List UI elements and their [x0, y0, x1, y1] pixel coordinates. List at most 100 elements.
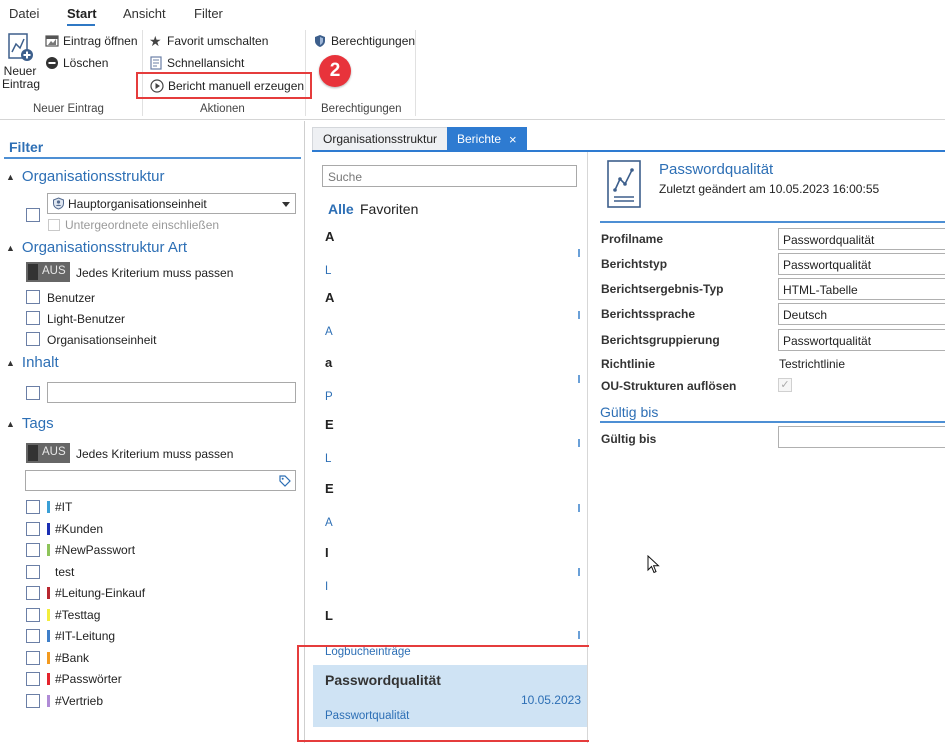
label-light-benutzer: Light-Benutzer [47, 312, 126, 326]
field-value: Passwordqualität [783, 233, 875, 247]
tag-checkbox[interactable] [26, 629, 40, 643]
filter-panel: Filter ▲ Organisationsstruktur Hauptorga… [0, 121, 305, 743]
mouse-cursor-icon [647, 555, 660, 574]
section-org-art-label: Organisationsstruktur Art [21, 239, 187, 256]
tag-checkbox[interactable] [26, 564, 40, 579]
step-badge-2: 2 [319, 55, 351, 87]
report-item-title-fragment[interactable]: E [325, 481, 334, 496]
chevron-down-icon [282, 202, 290, 207]
checkbox-organisationseinheit[interactable] [26, 332, 40, 346]
report-item-title-fragment[interactable]: I [325, 545, 329, 560]
report-item-date-fragment [578, 311, 580, 319]
tag-color-marker [47, 694, 50, 707]
checkbox-light-benutzer[interactable] [26, 311, 40, 325]
report-item-title-fragment[interactable]: a [325, 355, 332, 370]
toggle-knob [28, 264, 38, 280]
report-item-title-fragment[interactable]: A [325, 229, 334, 244]
ou-checkbox-disabled: ✓ [778, 378, 792, 392]
report-item-date-fragment [578, 631, 580, 639]
field-input[interactable]: Passwortqualität [778, 329, 945, 351]
field-input[interactable]: Passwordqualität [778, 228, 945, 250]
field-input[interactable]: HTML-Tabelle [778, 278, 945, 300]
new-entry-icon [8, 33, 33, 61]
org-checkbox[interactable] [26, 208, 40, 222]
tag-color-marker [47, 673, 50, 685]
filter-title: Filter [9, 139, 44, 155]
tag-checkbox[interactable] [26, 543, 40, 557]
field-label: Berichtstyp [601, 257, 668, 271]
tag-color-marker [47, 544, 50, 556]
section-tags[interactable]: ▲ Tags [6, 415, 54, 432]
field-input[interactable]: Deutsch [778, 303, 945, 325]
section-organisationsstruktur[interactable]: ▲ Organisationsstruktur [6, 168, 164, 185]
criteria-label: Jedes Kriterium muss passen [76, 266, 234, 280]
menu-datei[interactable]: Datei [9, 6, 39, 21]
tag-label: #IT [55, 500, 73, 514]
filter-favoriten[interactable]: Favoriten [360, 201, 418, 217]
field-label: Berichtsgruppierung [601, 333, 720, 347]
toggle-state-label: AUS [42, 446, 66, 458]
criteria-toggle[interactable]: AUS [26, 262, 70, 282]
field-label: Profilname [601, 232, 664, 246]
org-unit-dropdown-value: Hauptorganisationseinheit [68, 197, 207, 211]
quick-view-icon [150, 56, 162, 70]
menu-filter[interactable]: Filter [194, 6, 223, 21]
report-item-date-fragment [578, 375, 580, 383]
tag-checkbox[interactable] [26, 500, 40, 514]
tab-berichte[interactable]: Berichte × [447, 127, 527, 151]
tab-organisationsstruktur-label: Organisationsstruktur [323, 132, 438, 146]
menu-ansicht[interactable]: Ansicht [123, 6, 166, 21]
report-item-title-fragment[interactable]: E [325, 417, 334, 432]
tags-search-input[interactable] [25, 470, 296, 491]
report-detail-modified: Zuletzt geändert am 10.05.2023 16:00:55 [659, 182, 880, 196]
tag-checkbox[interactable] [26, 521, 40, 536]
report-item-title-fragment[interactable]: A [325, 290, 334, 305]
tab-organisationsstruktur[interactable]: Organisationsstruktur [312, 127, 449, 151]
quick-view-button[interactable]: Schnellansicht [149, 56, 244, 70]
tag-label: #IT-Leitung [55, 629, 116, 643]
field-input[interactable]: Passwortqualität [778, 253, 945, 275]
open-entry-button[interactable]: Eintrag öffnen [45, 34, 138, 48]
field-label: Berichtssprache [601, 307, 696, 321]
tag-label: test [55, 564, 75, 579]
org-unit-dropdown[interactable]: Hauptorganisationseinheit [47, 193, 296, 214]
include-sub-checkbox[interactable] [48, 219, 60, 231]
inhalt-checkbox[interactable] [26, 386, 40, 400]
field-label: Berichtsergebnis-Typ [601, 282, 724, 296]
tag-checkbox[interactable] [26, 650, 40, 665]
report-item-type-fragment: L [325, 453, 332, 465]
delete-button[interactable]: Löschen [45, 56, 108, 70]
tag-checkbox[interactable] [26, 607, 40, 622]
section-org-art[interactable]: ▲ Organisationsstruktur Art [6, 239, 187, 256]
open-entry-icon [45, 35, 59, 47]
toggle-favorite-label: Favorit umschalten [167, 34, 269, 48]
report-search-placeholder: Suche [328, 170, 363, 184]
report-search-input[interactable]: Suche [322, 165, 577, 187]
collapse-icon: ▲ [6, 242, 15, 253]
menu-start[interactable]: Start [67, 6, 97, 21]
highlight-box-generate-report [136, 72, 312, 99]
section-inhalt-label: Inhalt [21, 354, 59, 371]
field-value: HTML-Tabelle [783, 283, 858, 297]
collapse-icon: ▲ [6, 171, 15, 182]
tags-criteria-toggle[interactable]: AUS [26, 443, 70, 463]
include-sub-label: Untergeordnete einschließen [65, 218, 220, 232]
checkbox-benutzer[interactable] [26, 290, 40, 304]
close-icon[interactable]: × [509, 132, 517, 147]
report-detail-title: Passwordqualität [659, 161, 774, 178]
tag-label: #NewPasswort [55, 543, 136, 557]
inhalt-input[interactable] [47, 382, 296, 403]
collapse-icon: ▲ [6, 418, 15, 429]
tag-checkbox[interactable] [26, 693, 40, 708]
filter-alle[interactable]: Alle [328, 201, 354, 217]
new-entry-button[interactable]: Neuer Eintrag [2, 32, 40, 91]
section-inhalt[interactable]: ▲ Inhalt [6, 354, 59, 371]
gueltig-bis-input[interactable] [778, 426, 945, 448]
toggle-favorite-button[interactable]: ★ Favorit umschalten [149, 34, 268, 48]
star-icon: ★ [149, 33, 162, 49]
permissions-button[interactable]: Berechtigungen [313, 34, 415, 48]
report-item-title-fragment[interactable]: L [325, 608, 333, 623]
delete-label: Löschen [63, 56, 109, 70]
tag-checkbox[interactable] [26, 586, 40, 600]
tag-checkbox[interactable] [26, 672, 40, 686]
